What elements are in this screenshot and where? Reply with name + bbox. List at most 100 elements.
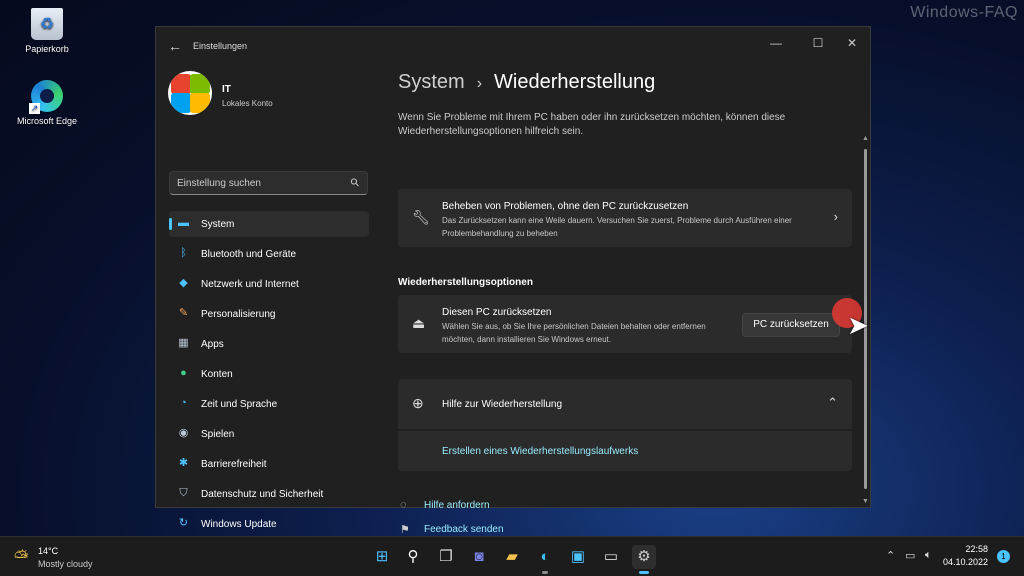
sidebar-item-label: Windows Update	[201, 519, 277, 530]
title-bar[interactable]: ← Einstellungen — ☐ ✕	[156, 27, 870, 65]
edge-icon: ↗	[29, 80, 63, 114]
minimize-button[interactable]: —	[762, 33, 790, 53]
apps-icon: ▦	[178, 337, 189, 349]
notification-badge[interactable]: 1	[997, 550, 1010, 563]
sidebar-item-label: Netzwerk und Internet	[201, 279, 299, 290]
settings-taskbar-button[interactable]: ⚙	[632, 545, 656, 574]
scroll-down-icon[interactable]: ▼	[862, 498, 869, 505]
troubleshoot-card[interactable]: 🔧︎ Beheben von Problemen, ohne den PC zu…	[398, 189, 852, 247]
reset-pc-description: Wählen Sie aus, ob Sie Ihre persönlichen…	[442, 322, 706, 344]
recovery-help-title: Hilfe zur Wiederherstellung	[442, 399, 563, 410]
help-chat-icon: ◌	[400, 499, 407, 511]
update-icon: ↻	[178, 517, 189, 529]
edge-taskbar-button[interactable]: ◐	[533, 545, 557, 574]
recycle-bin-icon	[31, 8, 63, 40]
shortcut-arrow-icon: ↗	[29, 103, 40, 114]
watermark: Windows-FAQ	[910, 4, 1018, 21]
clock-date: 04.10.2022	[942, 557, 988, 567]
brush-icon: ✎	[178, 307, 189, 319]
page-title: Wiederherstellung	[494, 71, 656, 93]
search-input[interactable]: Einstellung suchen ⚲	[169, 171, 368, 195]
globe-icon: ⊕	[412, 395, 424, 411]
globe-clock-icon: ◔	[180, 397, 187, 409]
sidebar-item-label: Personalisierung	[201, 309, 276, 320]
sidebar-item-gaming[interactable]: ◉ Spielen	[169, 421, 369, 447]
desktop-icon-label: Microsoft Edge	[16, 116, 78, 126]
troubleshoot-description: Das Zurücksetzen kann eine Weile dauern.…	[442, 216, 792, 238]
shield-icon: ⛉	[179, 487, 188, 499]
sidebar-item-network[interactable]: ◆ Netzwerk und Internet	[169, 271, 369, 297]
wifi-icon: ◆	[179, 277, 188, 289]
monitor-icon: ▬	[178, 217, 189, 229]
back-arrow-icon[interactable]: ←	[168, 38, 182, 54]
sidebar-item-bluetooth[interactable]: ᛒ Bluetooth und Geräte	[169, 241, 369, 267]
feedback-icon: ⚑	[400, 524, 410, 536]
sidebar-item-personalization[interactable]: ✎ Personalisierung	[169, 301, 369, 327]
file-explorer-button[interactable]: ▰	[500, 545, 524, 569]
windows-logo-icon: ⊞	[375, 548, 389, 565]
terminal-button[interactable]: ▭	[599, 545, 623, 569]
task-view-button[interactable]: ❐	[434, 545, 458, 569]
sidebar-item-label: Zeit und Sprache	[201, 399, 278, 410]
sidebar-item-label: Bluetooth und Geräte	[201, 249, 297, 260]
recovery-help-header[interactable]: ⊕ Hilfe zur Wiederherstellung ⌃	[398, 379, 852, 429]
chat-button[interactable]: ◙	[467, 545, 491, 569]
chevron-right-icon: ›	[833, 209, 838, 224]
sidebar-item-privacy[interactable]: ⛉ Datenschutz und Sicherheit	[169, 481, 369, 507]
edge-icon: ◐	[540, 548, 550, 565]
sidebar: IT Lokales Konto Einstellung suchen ⚲ ▬ …	[156, 65, 378, 530]
profile-account-type: Lokales Konto	[222, 99, 273, 108]
close-button[interactable]: ✕	[838, 33, 866, 53]
breadcrumb: System › Wiederherstellung	[398, 71, 655, 94]
accessibility-icon: ✱	[178, 457, 189, 469]
weather-description: Mostly cloudy	[38, 559, 93, 569]
volume-icon[interactable]: 🔈︎	[925, 549, 932, 562]
maximize-button[interactable]: ☐	[804, 33, 832, 53]
breadcrumb-parent[interactable]: System	[398, 71, 465, 93]
reset-pc-button[interactable]: PC zurücksetzen	[742, 313, 840, 337]
section-header: Wiederherstellungsoptionen	[398, 277, 533, 288]
sidebar-item-label: Barrierefreiheit	[201, 459, 267, 470]
cloud-sun-icon: ⛅︎	[14, 547, 29, 567]
sidebar-item-accounts[interactable]: ● Konten	[169, 361, 369, 387]
chevron-up-icon: ⌃	[827, 395, 838, 410]
search-icon: ⚲	[407, 548, 419, 565]
profile-name: IT	[222, 84, 231, 95]
search-placeholder: Einstellung suchen	[177, 178, 261, 189]
sidebar-item-label: Datenschutz und Sicherheit	[201, 489, 324, 500]
start-button[interactable]: ⊞	[370, 545, 394, 569]
task-view-icon: ❐	[439, 548, 453, 565]
sidebar-item-time-language[interactable]: ◔ Zeit und Sprache	[169, 391, 369, 417]
search-button[interactable]: ⚲	[401, 545, 425, 569]
sidebar-nav: ▬ System ᛒ Bluetooth und Geräte ◆ Netzwe…	[169, 211, 369, 541]
clock-time: 22:58	[965, 544, 988, 554]
sidebar-item-apps[interactable]: ▦ Apps	[169, 331, 369, 357]
desktop-icon-edge[interactable]: ↗ Microsoft Edge	[12, 80, 82, 126]
troubleshoot-title: Beheben von Problemen, ohne den PC zurüc…	[442, 201, 689, 212]
mouse-cursor-icon: ➤	[847, 310, 869, 340]
sidebar-item-label: Apps	[201, 339, 224, 350]
sidebar-item-windows-update[interactable]: ↻ Windows Update	[169, 511, 369, 537]
sidebar-item-label: Konten	[201, 369, 233, 380]
taskbar: ⛅︎ 14°C Mostly cloudy ⊞ ⚲ ❐ ◙ ▰ ◐ ▣ ▭ ⚙ …	[0, 536, 1024, 576]
store-button[interactable]: ▣	[566, 545, 590, 569]
create-recovery-drive-link[interactable]: Erstellen eines Wiederherstellungslaufwe…	[442, 446, 638, 457]
sidebar-item-accessibility[interactable]: ✱ Barrierefreiheit	[169, 451, 369, 477]
scroll-up-icon[interactable]: ▲	[862, 135, 869, 142]
gamepad-icon: ◉	[178, 427, 189, 439]
intro-text: Wenn Sie Probleme mit Ihrem PC haben ode…	[398, 112, 786, 137]
avatar-tile-blue	[171, 93, 191, 113]
breadcrumb-separator: ›	[476, 75, 483, 92]
reset-pc-card: ⏏ Diesen PC zurücksetzen Wählen Sie aus,…	[398, 295, 852, 353]
desktop-icon-recycle-bin[interactable]: Papierkorb	[12, 8, 82, 54]
wrench-icon: 🔧︎	[412, 209, 430, 225]
network-icon[interactable]: ▭	[905, 549, 915, 562]
terminal-icon: ▭	[603, 548, 619, 565]
folder-icon: ▰	[506, 548, 518, 565]
gear-icon: ⚙	[637, 548, 651, 565]
sidebar-item-label: System	[201, 219, 235, 230]
sidebar-item-system[interactable]: ▬ System	[169, 211, 369, 237]
avatar-tile-green	[190, 74, 210, 94]
clock[interactable]: 22:58 04.10.2022	[943, 543, 988, 569]
chevron-up-icon[interactable]: ⌃	[886, 549, 895, 562]
